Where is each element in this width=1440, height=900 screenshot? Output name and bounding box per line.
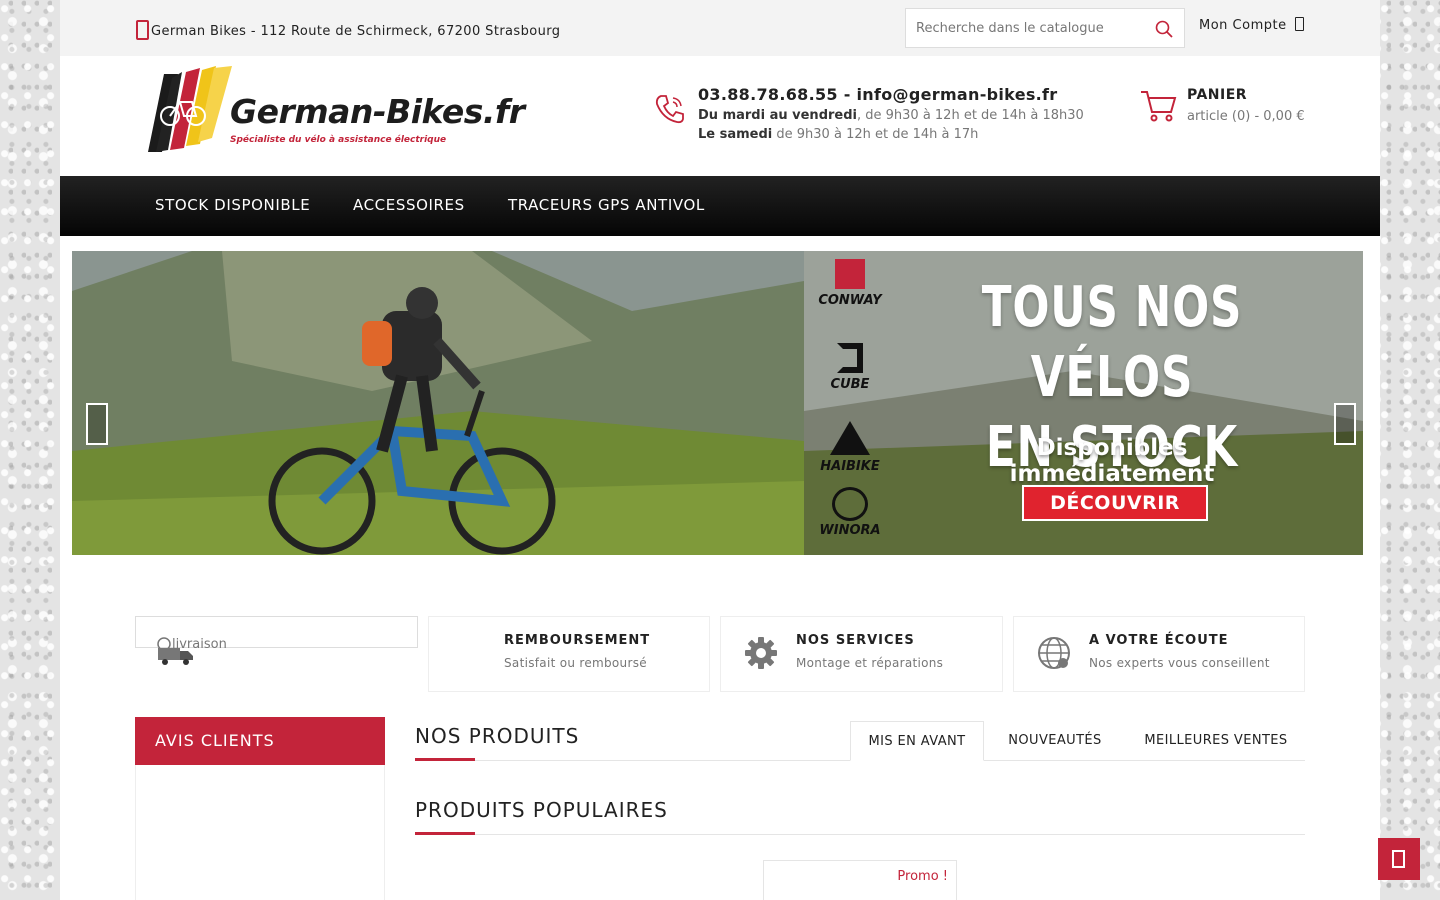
promo-badge: Promo ! [897, 869, 948, 884]
brand-winora: WINORA [814, 487, 886, 538]
products-section-title: NOS PRODUITS [415, 724, 580, 748]
cart-title[interactable]: PANIER [1187, 87, 1247, 103]
tab-mis-en-avant[interactable]: MIS EN AVANT [850, 721, 984, 761]
brand-logos: CONWAY CUBE HAIBIKE WINORA [804, 251, 894, 555]
reassurance-title: A VOTRE ÉCOUTE [1089, 633, 1229, 648]
hours-weekday-text: , de 9h30 à 12h et de 14h à 18h30 [856, 108, 1084, 123]
banner-cta-button[interactable]: DÉCOUVRIR [1022, 485, 1208, 521]
reassurance-title: REMBOURSEMENT [504, 633, 651, 648]
banner-headline-1: TOUS NOS VÉLOS [981, 275, 1243, 410]
hours-saturday-label: Le samedi [698, 127, 773, 142]
search-input[interactable] [906, 9, 1136, 47]
phone-icon [655, 95, 684, 124]
search-icon[interactable] [1154, 19, 1174, 39]
reassurance-subtitle: Montage et réparations [796, 656, 944, 670]
nav-item-accessoires[interactable]: ACCESSOIRES [353, 196, 465, 214]
globe-icon [1038, 637, 1070, 669]
store-address: German Bikes - 112 Route de Schirmeck, 6… [151, 24, 561, 39]
popular-underline [415, 832, 475, 835]
page: German Bikes - 112 Route de Schirmeck, 6… [60, 0, 1380, 900]
user-icon [1294, 17, 1304, 31]
logo-tagline: Spécialiste du vélo à assistance électri… [230, 135, 447, 145]
hours-weekday-label: Du mardi au vendredi [698, 108, 857, 123]
reassurance-title: NOS SERVICES [796, 633, 915, 648]
cart-summary[interactable]: article (0) - 0,00 € [1187, 109, 1305, 124]
carousel-next-arrow[interactable] [1334, 403, 1356, 445]
products-underline [415, 758, 475, 761]
hours-weekday: Du mardi au vendredi, de 9h30 à 12h et d… [698, 108, 1084, 123]
reassurance-subtitle: Satisfait ou remboursé [504, 656, 647, 670]
tab-nouveautes[interactable]: NOUVEAUTÉS [995, 721, 1115, 761]
top-bar: German Bikes - 112 Route de Schirmeck, 6… [60, 0, 1380, 56]
flag-bike-logo-icon [148, 66, 232, 152]
brand-haibike: HAIBIKE [814, 421, 886, 474]
brand-conway: CONWAY [814, 259, 886, 308]
account-label: Mon Compte [1199, 18, 1287, 33]
site-logo[interactable]: German-Bikes.fr Spécialiste du vélo à as… [142, 64, 542, 156]
carousel-prev-arrow[interactable] [86, 403, 108, 445]
reassurance-ecoute: A VOTRE ÉCOUTE Nos experts vous conseill… [1013, 616, 1305, 692]
contact-block: 03.88.78.68.55 - info@german-bikes.fr Du… [698, 85, 1084, 142]
hours-saturday-text: de 9h30 à 12h et de 14h à 17h [772, 127, 979, 142]
nav-item-stock[interactable]: STOCK DISPONIBLE [155, 196, 310, 214]
tab-meilleures-ventes[interactable]: MEILLEURES VENTES [1135, 721, 1297, 761]
reassurance-subtitle: Nos experts vous conseillent [1089, 656, 1270, 670]
nav-item-traceurs[interactable]: TRACEURS GPS ANTIVOL [508, 196, 705, 214]
banner-subtitle: Disponibles immédiatement [1009, 435, 1215, 487]
cart-icon[interactable] [1139, 88, 1177, 124]
gear-icon [745, 637, 777, 669]
hero-banner[interactable]: CONWAY CUBE HAIBIKE WINORA TOUS NOS VÉLO… [72, 251, 1363, 555]
phone-icon [136, 20, 149, 40]
avis-clients-panel [135, 765, 385, 900]
main-nav: STOCK DISPONIBLE ACCESSOIRES TRACEURS GP… [60, 176, 1380, 236]
reassurance-livraison-alt: livraison [172, 637, 227, 652]
logo-text: German-Bikes.fr [230, 92, 525, 131]
brand-cube: CUBE [814, 343, 886, 392]
popular-divider [415, 834, 1305, 835]
account-link[interactable]: Mon Compte [1199, 17, 1304, 33]
reassurance-remboursement: REMBOURSEMENT Satisfait ou remboursé [428, 616, 710, 692]
avis-clients-title: AVIS CLIENTS [135, 717, 385, 765]
popular-section-title: PRODUITS POPULAIRES [415, 798, 668, 822]
contact-phone-email[interactable]: 03.88.78.68.55 - info@german-bikes.fr [698, 85, 1084, 104]
scroll-to-top-button[interactable] [1378, 838, 1420, 880]
product-card[interactable]: Promo ! [763, 860, 957, 900]
arrow-up-icon [1392, 850, 1405, 868]
hours-saturday: Le samedi de 9h30 à 12h et de 14h à 17h [698, 127, 1084, 142]
search-box [905, 8, 1185, 48]
reassurance-services: NOS SERVICES Montage et réparations [720, 616, 1003, 692]
